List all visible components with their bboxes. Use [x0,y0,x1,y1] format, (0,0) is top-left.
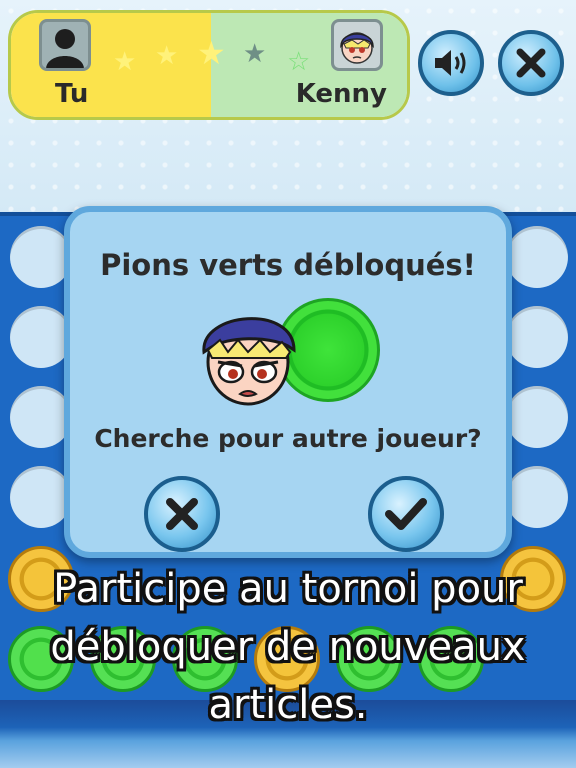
caption-line: débloquer de nouveaux [50,624,526,670]
player-name: Tu [55,79,89,109]
caption-line: Participe au tornoi pour [53,566,523,612]
match-stars: ★ ★ ★ ★ ☆ [109,35,335,83]
close-icon [166,498,198,530]
board-hole[interactable] [10,226,72,288]
opponent-name: Kenny [295,79,387,109]
sound-button[interactable] [418,30,484,96]
caption-line: articles. [208,682,368,728]
dialog-question: Cherche pour autre joueur? [94,424,482,453]
board-hole[interactable] [10,386,72,448]
board-hole[interactable] [10,466,72,528]
user-silhouette-icon [46,29,84,68]
player-avatar [39,19,91,71]
star-filled-icon: ★ [113,47,137,77]
speaker-icon [435,50,466,76]
board-hole[interactable] [506,386,568,448]
star-outline-icon: ☆ [287,47,311,77]
star-filled-icon: ★ [155,41,179,71]
promo-caption: Participe au tornoi pour débloquer de no… [0,560,576,734]
board-hole[interactable] [506,226,568,288]
kenny-face-icon [340,32,374,64]
star-filled-icon: ★ [197,34,226,72]
scoreboard: Tu Kenny ★ ★ ★ ★ ☆ [8,10,410,120]
board-hole[interactable] [506,466,568,528]
close-game-button[interactable] [498,30,564,96]
check-icon [385,498,427,530]
board-hole[interactable] [506,306,568,368]
close-icon [516,48,546,78]
opponent-avatar [331,19,383,71]
kenny-avatar [198,296,302,408]
unlock-dialog: Pions verts débloqués! Cherche pour autr… [64,206,512,558]
board-hole[interactable] [10,306,72,368]
confirm-button[interactable] [368,476,444,552]
star-filled-icon: ★ [243,39,267,69]
kenny-face-icon [202,317,296,406]
cancel-button[interactable] [144,476,220,552]
dialog-title: Pions verts débloqués! [100,248,476,282]
